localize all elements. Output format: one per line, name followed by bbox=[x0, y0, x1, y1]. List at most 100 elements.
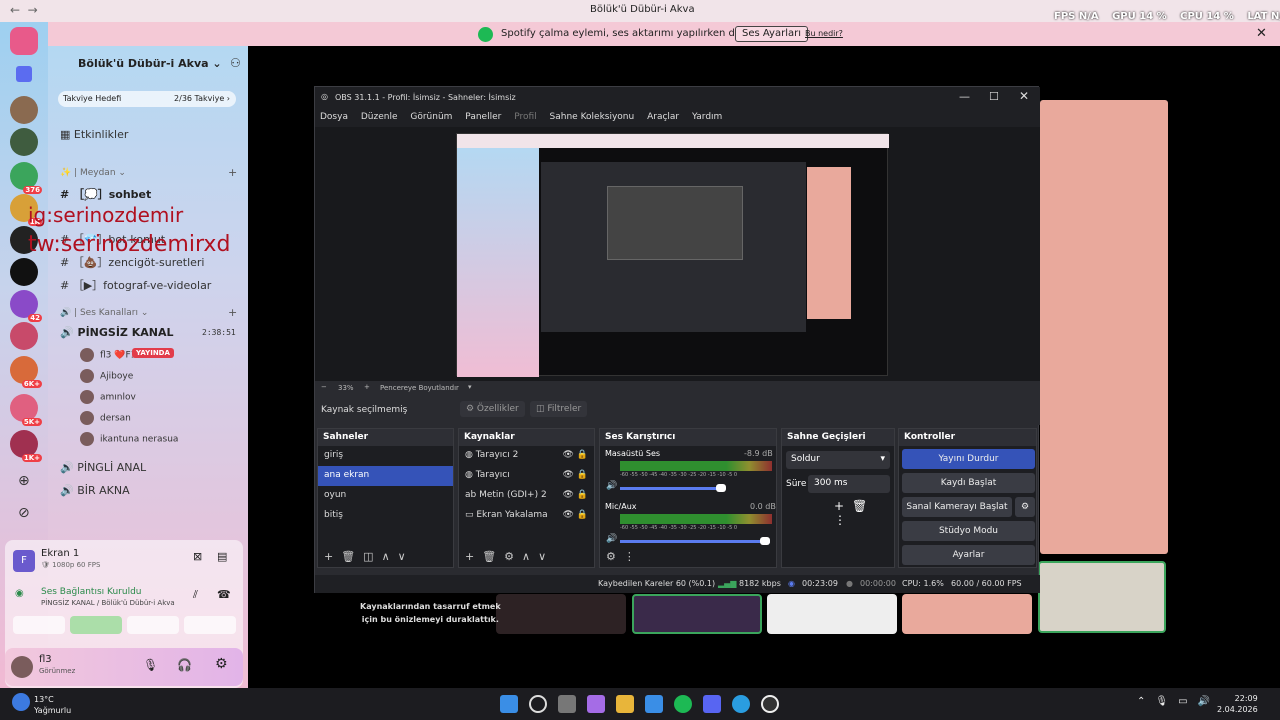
server-icon[interactable] bbox=[10, 128, 38, 156]
minimize-icon[interactable]: — bbox=[959, 90, 970, 103]
server-icon[interactable]: 5K+ bbox=[10, 394, 42, 426]
scene-item[interactable]: bitiş bbox=[318, 506, 453, 526]
zoom-in-icon[interactable]: + bbox=[364, 383, 370, 391]
file-explorer-icon[interactable] bbox=[616, 695, 634, 713]
disconnect-icon[interactable]: ☎ bbox=[217, 588, 231, 601]
menu-dosya[interactable]: Dosya bbox=[320, 112, 348, 122]
gear-icon[interactable]: ⚙ bbox=[1015, 497, 1035, 517]
menu-duzenle[interactable]: Düzenle bbox=[361, 112, 398, 122]
obs-preview[interactable] bbox=[315, 127, 1040, 381]
start-icon[interactable] bbox=[500, 695, 518, 713]
source-item[interactable]: ◍ Tarayıcı 2 👁 🔒 bbox=[459, 446, 594, 466]
add-channel-icon[interactable]: + bbox=[228, 306, 237, 319]
scene-toolbar[interactable]: +🗑◫∧∨ bbox=[324, 550, 414, 563]
menu-gorunum[interactable]: Görünüm bbox=[410, 112, 452, 122]
zoom-fit[interactable]: Pencereye Boyutlandır bbox=[380, 384, 459, 392]
virtual-camera-button[interactable]: Sanal Kamerayı Başlat bbox=[902, 497, 1012, 517]
transition-select[interactable]: Soldur ▾ bbox=[786, 451, 890, 469]
source-item[interactable]: ◍ Tarayıcı 👁 🔒 bbox=[459, 466, 594, 486]
visibility-icon[interactable]: 👁 🔒 bbox=[563, 470, 589, 480]
scene-item[interactable]: giriş bbox=[318, 446, 453, 466]
audio-settings-button[interactable]: Ses Ayarları bbox=[735, 26, 809, 42]
close-icon[interactable]: ✕ bbox=[1019, 89, 1029, 103]
menu-yardim[interactable]: Yardım bbox=[692, 112, 722, 122]
boost-goal[interactable]: Takviye Hedefi 2/36 Takviye › bbox=[58, 91, 236, 107]
stop-stream-button[interactable]: Yayını Durdur bbox=[902, 449, 1035, 469]
microphone-icon[interactable]: 🎙 bbox=[143, 658, 158, 672]
voice-user[interactable]: ikantuna nerasua bbox=[80, 432, 178, 446]
source-item[interactable]: ab Metin (GDI+) 2 👁 🔒 bbox=[459, 486, 594, 506]
volume-slider[interactable] bbox=[620, 540, 770, 543]
server-icon[interactable]: 42 bbox=[10, 290, 42, 322]
start-recording-button[interactable]: Kaydı Başlat bbox=[902, 473, 1035, 493]
voice-channel-pingli[interactable]: 🔊 PİNGLİ ANAL bbox=[60, 461, 146, 474]
volume-icon[interactable]: 🔊 bbox=[606, 534, 617, 544]
menu-paneller[interactable]: Paneller bbox=[465, 112, 501, 122]
source-item[interactable]: ▭ Ekran Yakalama 👁 🔒 bbox=[459, 506, 594, 526]
voice-user[interactable]: Ajiboye bbox=[80, 369, 133, 383]
task-view-icon[interactable] bbox=[558, 695, 576, 713]
stop-stream-icon[interactable]: ⊠ bbox=[193, 550, 202, 563]
invite-icon[interactable]: ⚇ bbox=[230, 56, 241, 70]
add-channel-icon[interactable]: + bbox=[228, 166, 237, 179]
stream-settings-icon[interactable]: ▤ bbox=[217, 550, 227, 563]
visibility-icon[interactable]: 👁 🔒 bbox=[563, 450, 589, 460]
zoom-out-icon[interactable]: − bbox=[321, 383, 327, 391]
soundboard-button[interactable] bbox=[184, 616, 236, 634]
voice-channel-bir[interactable]: 🔊 BİR AKNA bbox=[60, 484, 130, 497]
server-name[interactable]: Bölük'ü Dübür-i Akva ⌄ bbox=[78, 57, 222, 70]
server-icon[interactable] bbox=[10, 258, 38, 286]
voice-connected[interactable]: Ses Bağlantısı Kuruldu bbox=[41, 587, 141, 597]
properties-button[interactable]: ⚙ Özellikler bbox=[460, 401, 525, 417]
category-ses[interactable]: 🔊 | Ses Kanalları ⌄ bbox=[60, 308, 148, 318]
duration-input[interactable]: 300 ms bbox=[808, 475, 890, 493]
visibility-icon[interactable]: 👁 🔒 bbox=[563, 510, 589, 520]
activities-button[interactable] bbox=[127, 616, 179, 634]
participant-tile[interactable] bbox=[767, 594, 897, 634]
volume-handle[interactable] bbox=[760, 537, 770, 545]
volume-handle[interactable] bbox=[716, 484, 726, 492]
mixer-toolbar[interactable]: ⚙⋮ bbox=[606, 550, 643, 563]
copilot-icon[interactable] bbox=[587, 695, 605, 713]
scene-item[interactable]: oyun bbox=[318, 486, 453, 506]
noise-suppression-icon[interactable]: ⫽ bbox=[193, 588, 198, 602]
spotify-icon[interactable] bbox=[674, 695, 692, 713]
source-toolbar[interactable]: +🗑⚙∧∨ bbox=[465, 550, 554, 563]
volume-icon[interactable]: 🔊 bbox=[606, 481, 617, 491]
edge-icon[interactable] bbox=[732, 695, 750, 713]
category-meydan[interactable]: ✨ | Meydan ⌄ bbox=[60, 168, 126, 178]
participant-tile[interactable] bbox=[902, 594, 1032, 634]
headphones-icon[interactable]: 🎧 bbox=[177, 658, 192, 672]
server-icon[interactable]: 6K+ bbox=[10, 356, 42, 388]
voice-channel-pingsiz[interactable]: 🔊 PİNGSİZ KANAL bbox=[60, 326, 174, 339]
server-icon[interactable]: 376 bbox=[10, 162, 42, 194]
add-server-icon[interactable]: ⊕ bbox=[18, 473, 30, 489]
store-icon[interactable] bbox=[645, 695, 663, 713]
transition-toolbar[interactable]: +🗑⋮ bbox=[834, 499, 894, 527]
gear-icon[interactable]: ⚙ bbox=[215, 656, 228, 672]
filters-button[interactable]: ◫ Filtreler bbox=[530, 401, 588, 417]
participant-tile-sketch[interactable] bbox=[1038, 561, 1166, 633]
clock[interactable]: 22:09 2.04.2026 bbox=[1217, 693, 1258, 715]
menu-profil[interactable]: Profil bbox=[514, 112, 536, 122]
camera-button[interactable] bbox=[13, 616, 65, 634]
participant-tile[interactable] bbox=[632, 594, 762, 634]
menu-sahne-koleksiyonu[interactable]: Sahne Koleksiyonu bbox=[550, 112, 635, 122]
what-is-this-link[interactable]: Bu nedir? bbox=[805, 29, 843, 38]
studio-mode-button[interactable]: Stüdyo Modu bbox=[902, 521, 1035, 541]
participant-tile[interactable] bbox=[496, 594, 626, 634]
screen-share-button[interactable] bbox=[70, 616, 122, 634]
discover-icon[interactable]: ⊘ bbox=[18, 505, 30, 521]
stream-tile-large[interactable] bbox=[1040, 100, 1168, 554]
back-arrow-icon[interactable]: ← → bbox=[10, 3, 38, 17]
voice-user[interactable]: dersan bbox=[80, 411, 131, 425]
weather-widget[interactable]: 13°C Yağmurlu bbox=[34, 694, 71, 716]
avatar[interactable] bbox=[11, 656, 33, 678]
weather-icon[interactable] bbox=[12, 693, 30, 711]
visibility-icon[interactable]: 👁 🔒 bbox=[563, 490, 589, 500]
channel-foto[interactable]: # ［▶］fotograf-ve-videolar bbox=[60, 277, 211, 293]
voice-location[interactable]: PİNGSİZ KANAL / Bölük'ü Dübür-i Akva bbox=[41, 599, 175, 607]
voice-user[interactable]: ﬂ3 ❤️F1 bbox=[80, 348, 136, 362]
voice-user[interactable]: amınlov bbox=[80, 390, 136, 404]
search-icon[interactable] bbox=[529, 695, 547, 713]
